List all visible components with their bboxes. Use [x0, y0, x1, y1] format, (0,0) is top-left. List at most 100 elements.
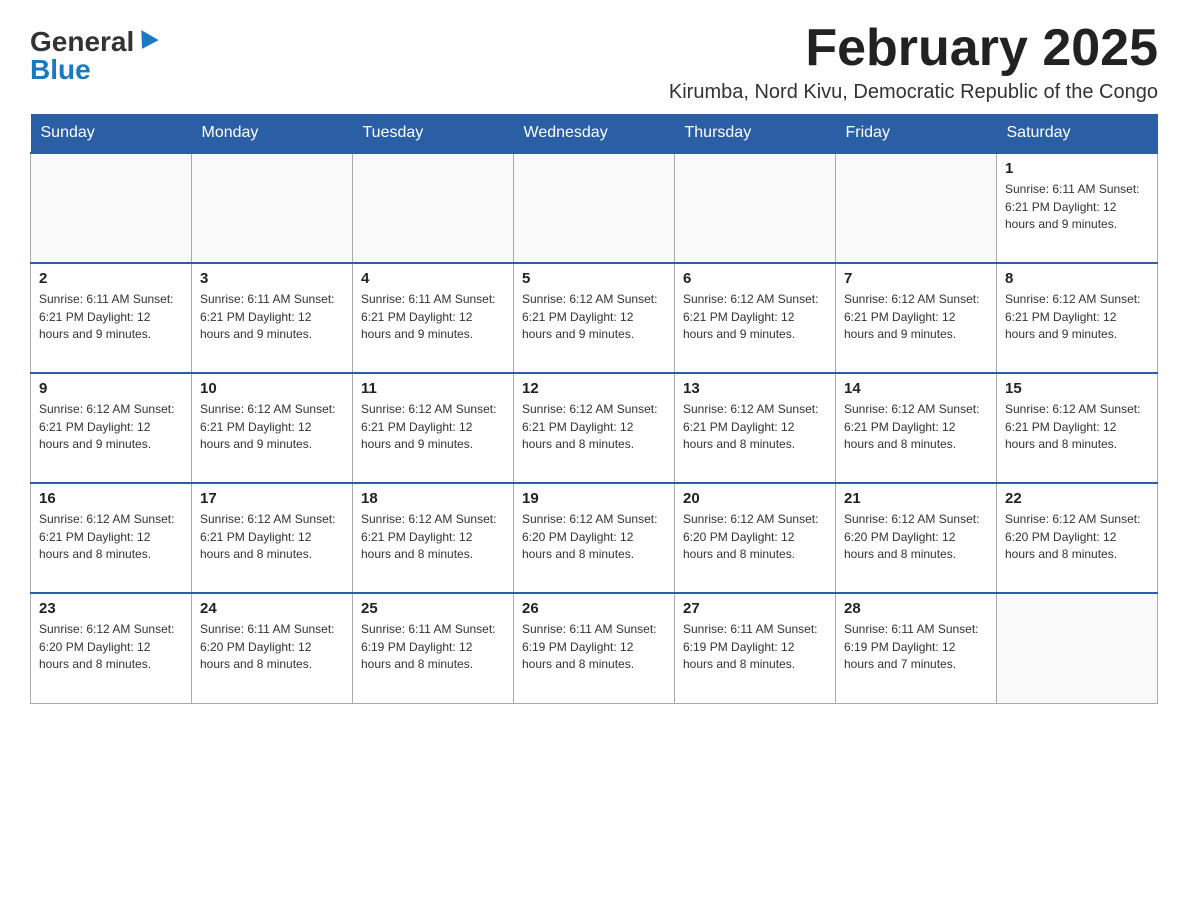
calendar-week-row: 9 Sunrise: 6:12 AM Sunset: 6:21 PM Daylig…: [31, 373, 1158, 483]
calendar-header-row: SundayMondayTuesdayWednesdayThursdayFrid…: [31, 114, 1158, 153]
calendar-day-cell: 11 Sunrise: 6:12 AM Sunset: 6:21 PM Dayli…: [353, 373, 514, 483]
logo-blue: Blue: [30, 54, 91, 85]
day-number: 1: [1005, 160, 1149, 177]
day-number: 14: [844, 380, 988, 397]
day-number: 20: [683, 490, 827, 507]
location-subtitle: Kirumba, Nord Kivu, Democratic Republic …: [669, 81, 1158, 104]
day-number: 16: [39, 490, 183, 507]
day-number: 5: [522, 270, 666, 287]
day-info: Sunrise: 6:12 AM Sunset: 6:21 PM Dayligh…: [844, 401, 988, 453]
weekday-header: Monday: [192, 114, 353, 153]
day-number: 6: [683, 270, 827, 287]
day-info: Sunrise: 6:12 AM Sunset: 6:21 PM Dayligh…: [39, 511, 183, 563]
weekday-header: Thursday: [675, 114, 836, 153]
day-number: 11: [361, 380, 505, 397]
day-info: Sunrise: 6:11 AM Sunset: 6:21 PM Dayligh…: [200, 291, 344, 343]
day-info: Sunrise: 6:12 AM Sunset: 6:20 PM Dayligh…: [1005, 511, 1149, 563]
calendar-day-cell: 8Sunrise: 6:12 AM Sunset: 6:21 PM Daylig…: [997, 263, 1158, 373]
month-title: February 2025: [669, 20, 1158, 77]
logo-general: General: [30, 28, 134, 56]
calendar-day-cell: 9 Sunrise: 6:12 AM Sunset: 6:21 PM Daylig…: [31, 373, 192, 483]
day-info: Sunrise: 6:11 AM Sunset: 6:21 PM Dayligh…: [39, 291, 183, 343]
calendar-day-cell: 17 Sunrise: 6:12 AM Sunset: 6:21 PM Dayli…: [192, 483, 353, 593]
weekday-header: Saturday: [997, 114, 1158, 153]
day-info: Sunrise: 6:11 AM Sunset: 6:19 PM Dayligh…: [844, 621, 988, 673]
calendar-day-cell: 6 Sunrise: 6:12 AM Sunset: 6:21 PM Daylig…: [675, 263, 836, 373]
day-number: 26: [522, 600, 666, 617]
weekday-header: Tuesday: [353, 114, 514, 153]
day-info: Sunrise: 6:12 AM Sunset: 6:21 PM Dayligh…: [1005, 401, 1149, 453]
calendar-day-cell: 13Sunrise: 6:12 AM Sunset: 6:21 PM Dayli…: [675, 373, 836, 483]
calendar-week-row: 23 Sunrise: 6:12 AM Sunset: 6:20 PM Dayli…: [31, 593, 1158, 703]
calendar-day-cell: [192, 153, 353, 263]
calendar-day-cell: 26 Sunrise: 6:11 AM Sunset: 6:19 PM Dayli…: [514, 593, 675, 703]
calendar-day-cell: 18Sunrise: 6:12 AM Sunset: 6:21 PM Dayli…: [353, 483, 514, 593]
day-number: 4: [361, 270, 505, 287]
day-number: 19: [522, 490, 666, 507]
day-info: Sunrise: 6:12 AM Sunset: 6:21 PM Dayligh…: [39, 401, 183, 453]
day-number: 27: [683, 600, 827, 617]
day-number: 24: [200, 600, 344, 617]
calendar-day-cell: 15 Sunrise: 6:12 AM Sunset: 6:21 PM Dayli…: [997, 373, 1158, 483]
calendar-day-cell: 14 Sunrise: 6:12 AM Sunset: 6:21 PM Dayli…: [836, 373, 997, 483]
calendar-day-cell: [31, 153, 192, 263]
header: General Blue February 2025 Kirumba, Nord…: [30, 20, 1158, 104]
calendar-day-cell: [353, 153, 514, 263]
calendar-day-cell: 10 Sunrise: 6:12 AM Sunset: 6:21 PM Dayli…: [192, 373, 353, 483]
day-info: Sunrise: 6:11 AM Sunset: 6:21 PM Dayligh…: [1005, 181, 1149, 233]
calendar-day-cell: 20 Sunrise: 6:12 AM Sunset: 6:20 PM Dayli…: [675, 483, 836, 593]
day-info: Sunrise: 6:12 AM Sunset: 6:21 PM Dayligh…: [200, 401, 344, 453]
day-number: 21: [844, 490, 988, 507]
title-area: February 2025 Kirumba, Nord Kivu, Democr…: [669, 20, 1158, 104]
day-number: 23: [39, 600, 183, 617]
calendar-day-cell: [675, 153, 836, 263]
day-info: Sunrise: 6:12 AM Sunset: 6:21 PM Dayligh…: [200, 511, 344, 563]
calendar-week-row: 2Sunrise: 6:11 AM Sunset: 6:21 PM Daylig…: [31, 263, 1158, 373]
calendar-day-cell: 2Sunrise: 6:11 AM Sunset: 6:21 PM Daylig…: [31, 263, 192, 373]
calendar-day-cell: 25 Sunrise: 6:11 AM Sunset: 6:19 PM Dayli…: [353, 593, 514, 703]
day-number: 12: [522, 380, 666, 397]
calendar-day-cell: 27 Sunrise: 6:11 AM Sunset: 6:19 PM Dayli…: [675, 593, 836, 703]
day-number: 10: [200, 380, 344, 397]
day-info: Sunrise: 6:12 AM Sunset: 6:20 PM Dayligh…: [522, 511, 666, 563]
day-info: Sunrise: 6:12 AM Sunset: 6:21 PM Dayligh…: [683, 291, 827, 343]
day-info: Sunrise: 6:12 AM Sunset: 6:21 PM Dayligh…: [522, 401, 666, 453]
calendar-week-row: 1 Sunrise: 6:11 AM Sunset: 6:21 PM Daylig…: [31, 153, 1158, 263]
day-info: Sunrise: 6:12 AM Sunset: 6:20 PM Dayligh…: [683, 511, 827, 563]
day-info: Sunrise: 6:12 AM Sunset: 6:20 PM Dayligh…: [844, 511, 988, 563]
day-info: Sunrise: 6:11 AM Sunset: 6:20 PM Dayligh…: [200, 621, 344, 673]
calendar-day-cell: 3 Sunrise: 6:11 AM Sunset: 6:21 PM Daylig…: [192, 263, 353, 373]
day-info: Sunrise: 6:11 AM Sunset: 6:21 PM Dayligh…: [361, 291, 505, 343]
day-number: 25: [361, 600, 505, 617]
day-info: Sunrise: 6:11 AM Sunset: 6:19 PM Dayligh…: [683, 621, 827, 673]
calendar-day-cell: [997, 593, 1158, 703]
weekday-header: Wednesday: [514, 114, 675, 153]
calendar-day-cell: 12 Sunrise: 6:12 AM Sunset: 6:21 PM Dayli…: [514, 373, 675, 483]
day-info: Sunrise: 6:12 AM Sunset: 6:21 PM Dayligh…: [522, 291, 666, 343]
weekday-header: Friday: [836, 114, 997, 153]
day-number: 3: [200, 270, 344, 287]
calendar-day-cell: 16 Sunrise: 6:12 AM Sunset: 6:21 PM Dayli…: [31, 483, 192, 593]
day-number: 17: [200, 490, 344, 507]
day-info: Sunrise: 6:11 AM Sunset: 6:19 PM Dayligh…: [522, 621, 666, 673]
calendar-day-cell: 22 Sunrise: 6:12 AM Sunset: 6:20 PM Dayli…: [997, 483, 1158, 593]
calendar-day-cell: 5 Sunrise: 6:12 AM Sunset: 6:21 PM Daylig…: [514, 263, 675, 373]
day-number: 15: [1005, 380, 1149, 397]
calendar-day-cell: 4 Sunrise: 6:11 AM Sunset: 6:21 PM Daylig…: [353, 263, 514, 373]
calendar-day-cell: 19 Sunrise: 6:12 AM Sunset: 6:20 PM Dayli…: [514, 483, 675, 593]
calendar-day-cell: [514, 153, 675, 263]
day-number: 22: [1005, 490, 1149, 507]
calendar-week-row: 16 Sunrise: 6:12 AM Sunset: 6:21 PM Dayli…: [31, 483, 1158, 593]
calendar-table: SundayMondayTuesdayWednesdayThursdayFrid…: [30, 114, 1158, 704]
logo: General Blue: [30, 28, 156, 84]
day-info: Sunrise: 6:12 AM Sunset: 6:21 PM Dayligh…: [844, 291, 988, 343]
day-info: Sunrise: 6:12 AM Sunset: 6:21 PM Dayligh…: [361, 511, 505, 563]
day-number: 7: [844, 270, 988, 287]
day-info: Sunrise: 6:12 AM Sunset: 6:21 PM Dayligh…: [361, 401, 505, 453]
day-info: Sunrise: 6:12 AM Sunset: 6:20 PM Dayligh…: [39, 621, 183, 673]
weekday-header: Sunday: [31, 114, 192, 153]
day-number: 9: [39, 380, 183, 397]
calendar-day-cell: [836, 153, 997, 263]
day-number: 13: [683, 380, 827, 397]
day-info: Sunrise: 6:11 AM Sunset: 6:19 PM Dayligh…: [361, 621, 505, 673]
